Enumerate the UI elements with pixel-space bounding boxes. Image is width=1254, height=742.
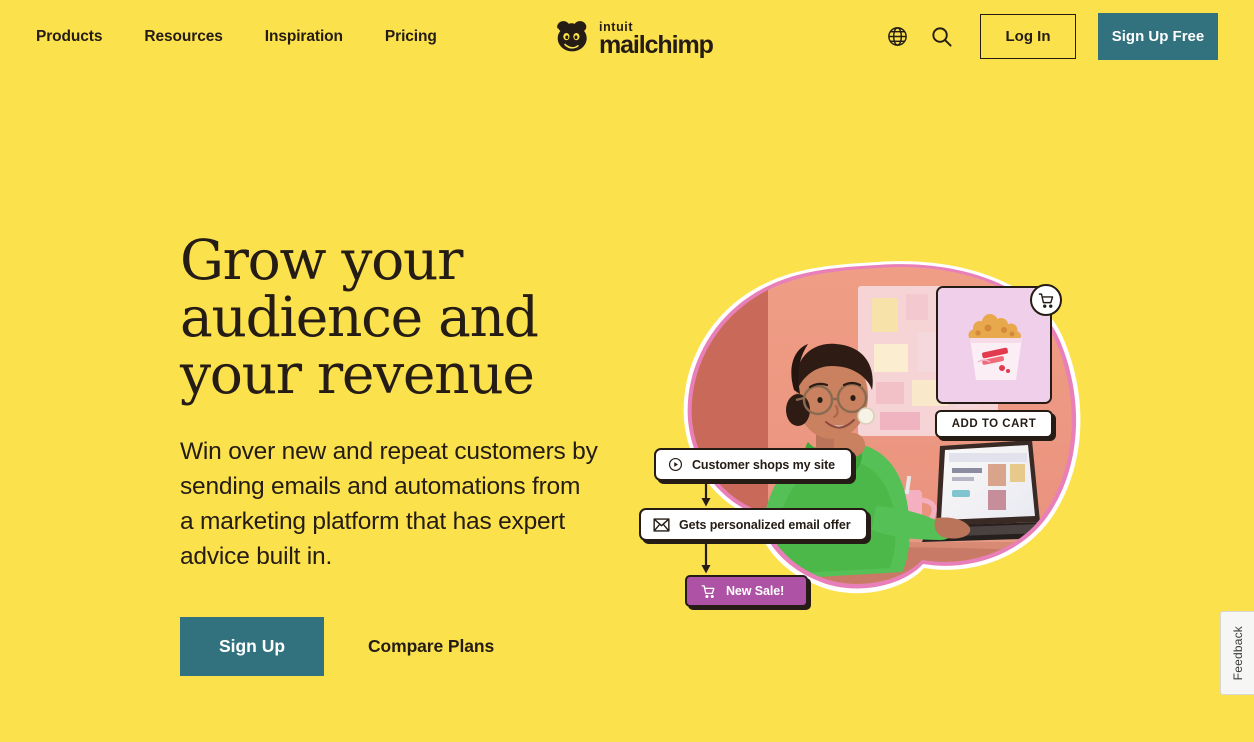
feedback-label: Feedback [1230, 625, 1245, 681]
mailchimp-logo[interactable]: intuit mailchimp [551, 17, 714, 59]
flow-card-label: Customer shops my site [692, 457, 835, 472]
globe-icon[interactable] [882, 22, 912, 52]
nav-item-products[interactable]: Products [36, 22, 102, 52]
hero-illustration: ADD TO CART Customer shops my site Gets … [639, 250, 1110, 620]
logo-wordmark: intuit mailchimp [599, 20, 714, 59]
login-button[interactable]: Log In [980, 14, 1076, 59]
compare-plans-link[interactable]: Compare Plans [368, 636, 494, 657]
signup-free-button[interactable]: Sign Up Free [1098, 13, 1218, 60]
new-sale-badge: New Sale! [685, 575, 809, 607]
logo-mailchimp-text: mailchimp [599, 31, 714, 59]
add-to-cart-button[interactable]: ADD TO CART [935, 410, 1053, 438]
nav-item-inspiration[interactable]: Inspiration [265, 22, 343, 52]
sign-up-button[interactable]: Sign Up [180, 616, 324, 676]
hero-subcopy: Win over new and repeat customers by sen… [180, 437, 598, 571]
feedback-tab[interactable]: Feedback [1220, 611, 1254, 695]
header-actions: Log In Sign Up Free [882, 13, 1218, 60]
page-title: Grow your audience and your revenue [180, 231, 650, 407]
headline-line-1: Grow your [180, 228, 463, 292]
hero-copy: Grow your audience and your revenue Win … [180, 231, 650, 676]
nav-item-resources[interactable]: Resources [144, 22, 222, 52]
flow-card-email-offer: Gets personalized email offer [639, 508, 869, 541]
site-header: Products Resources Inspiration Pricing i… [0, 0, 1254, 73]
headline-line-3: your revenue [180, 342, 535, 407]
freddie-chimp-icon [557, 21, 587, 52]
search-icon[interactable] [926, 22, 956, 52]
envelope-icon [653, 517, 670, 532]
headline-line-2: audience and [180, 285, 539, 350]
flow-card-customer-shops: Customer shops my site [654, 448, 853, 481]
primary-navigation: Products Resources Inspiration Pricing [36, 22, 479, 52]
cart-badge-icon[interactable] [1030, 284, 1062, 316]
new-sale-label: New Sale! [726, 584, 785, 598]
hero-cta-row: Sign Up Compare Plans [180, 616, 650, 676]
shopping-cart-icon [700, 584, 717, 599]
flow-card-label: Gets personalized email offer [679, 517, 851, 532]
play-circle-icon [668, 457, 683, 472]
nav-item-pricing[interactable]: Pricing [385, 22, 437, 52]
